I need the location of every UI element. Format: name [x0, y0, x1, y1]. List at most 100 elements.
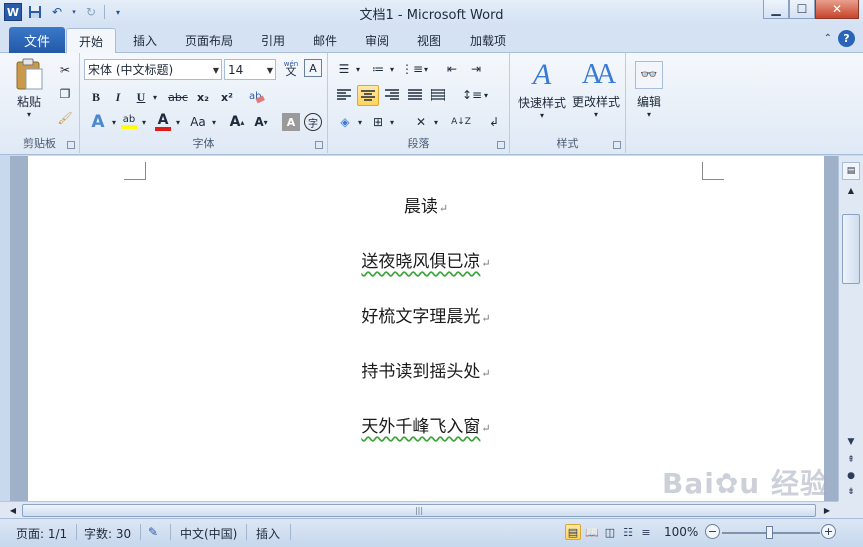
ruler-toggle-icon[interactable]: ▤	[842, 162, 860, 180]
highlight-dropdown-icon[interactable]: ▾	[140, 111, 148, 133]
grow-font-button[interactable]: A ▴	[226, 111, 248, 133]
outline-view-icon[interactable]: ☷	[620, 524, 636, 540]
line-spacing-icon[interactable]: ↕≡	[462, 85, 482, 105]
enclose-characters-button[interactable]: 字	[304, 113, 322, 131]
numbering-dropdown-icon[interactable]: ▾	[388, 59, 396, 79]
tab-review[interactable]: 审阅	[356, 28, 398, 53]
superscript-button[interactable]: x²	[216, 87, 238, 107]
tab-mailings[interactable]: 邮件	[304, 28, 346, 53]
tab-references[interactable]: 引用	[252, 28, 294, 53]
scroll-down-icon[interactable]: ▼	[842, 434, 860, 449]
distributed-icon[interactable]	[428, 85, 448, 105]
zoom-out-icon[interactable]: −	[705, 524, 720, 539]
print-layout-view-icon[interactable]: ▤	[565, 524, 581, 540]
vertical-scroll-thumb[interactable]	[842, 214, 860, 284]
insert-mode-indicator[interactable]: 插入	[256, 525, 280, 542]
multilevel-list-icon[interactable]: ⋮≡	[401, 59, 423, 79]
close-button[interactable]: ✕	[815, 0, 859, 19]
strikethrough-button[interactable]: abc	[166, 87, 190, 107]
web-layout-icon[interactable]: ◫	[602, 524, 618, 540]
clear-formatting-icon[interactable]: ab	[246, 85, 268, 107]
borders-dropdown-icon[interactable]: ▾	[388, 111, 396, 133]
minimize-ribbon-icon[interactable]: ⌃	[824, 33, 832, 44]
numbering-icon[interactable]: ≔	[368, 59, 388, 79]
minimize-button[interactable]: ▁	[763, 0, 789, 19]
document-paragraph[interactable]: 送夜晓风俱已凉↵	[28, 247, 824, 272]
quick-styles-button[interactable]: A 快速样式 ▾	[514, 55, 570, 125]
tab-page-layout[interactable]: 页面布局	[176, 28, 242, 53]
decrease-indent-icon[interactable]: ⇤	[442, 59, 462, 79]
document-paragraph[interactable]: 持书读到摇头处↵	[28, 357, 824, 382]
proofing-icon[interactable]: ✎	[148, 525, 158, 539]
horizontal-scrollbar[interactable]: ◀ ||| ▶	[0, 501, 838, 518]
justify-icon[interactable]	[405, 85, 425, 105]
tab-insert[interactable]: 插入	[122, 28, 168, 53]
tab-view[interactable]: 视图	[408, 28, 450, 53]
next-page-icon[interactable]: ⇟	[842, 484, 860, 499]
tab-home[interactable]: 开始	[66, 28, 116, 54]
language-indicator[interactable]: 中文(中国)	[180, 525, 237, 542]
zoom-slider-thumb[interactable]	[766, 526, 773, 539]
italic-button[interactable]: I	[108, 87, 128, 107]
bullets-dropdown-icon[interactable]: ▾	[354, 59, 362, 79]
styles-launcher-icon[interactable]	[613, 141, 621, 149]
multilevel-dropdown-icon[interactable]: ▾	[422, 59, 430, 79]
align-center-icon[interactable]	[357, 85, 379, 106]
scroll-left-icon[interactable]: ◀	[6, 504, 20, 516]
paste-button[interactable]: 粘贴 ▾	[8, 57, 50, 119]
change-styles-button[interactable]: AA 更改样式 ▾	[568, 55, 624, 125]
borders-icon[interactable]: ⊞	[368, 111, 388, 133]
document-paragraph[interactable]: 好梳文字理晨光↵	[28, 302, 824, 327]
cut-icon[interactable]: ✂	[56, 61, 74, 79]
font-color-icon[interactable]: A	[152, 111, 174, 133]
shading-dropdown-icon[interactable]: ▾	[356, 111, 364, 133]
scroll-right-icon[interactable]: ▶	[820, 504, 834, 516]
asian-layout-icon[interactable]: ✕	[410, 111, 432, 133]
copy-icon[interactable]: ❐	[56, 85, 74, 103]
font-size-dropdown-icon[interactable]: ▼	[267, 66, 273, 75]
full-screen-reading-icon[interactable]: 📖	[584, 524, 600, 540]
horizontal-scroll-thumb[interactable]: |||	[22, 504, 816, 517]
maximize-button[interactable]: ☐	[789, 0, 815, 19]
phonetic-guide-button[interactable]: wén 文	[281, 59, 301, 79]
show-marks-icon[interactable]: ↲	[484, 111, 504, 133]
page-count[interactable]: 页面: 1/1	[16, 525, 67, 542]
previous-page-icon[interactable]: ⇞	[842, 452, 860, 467]
change-case-button[interactable]: Aa	[186, 111, 210, 133]
bullets-icon[interactable]: ☰	[334, 59, 354, 79]
paragraph-launcher-icon[interactable]	[497, 141, 505, 149]
help-icon[interactable]: ?	[838, 30, 855, 47]
line-spacing-dropdown-icon[interactable]: ▾	[482, 85, 490, 105]
editing-button[interactable]: 👓 编辑 ▾	[632, 57, 666, 123]
bold-button[interactable]: B	[86, 87, 106, 107]
highlight-color-icon[interactable]: ab	[118, 111, 140, 133]
font-size-combo[interactable]: 14 ▼	[224, 59, 276, 80]
font-name-combo[interactable]: 宋体 (中文标题) ▼	[84, 59, 222, 80]
align-right-icon[interactable]	[382, 85, 402, 105]
align-left-icon[interactable]	[334, 85, 354, 105]
asian-layout-dropdown-icon[interactable]: ▾	[432, 111, 440, 133]
zoom-in-icon[interactable]: +	[821, 524, 836, 539]
document-page[interactable]: 晨读↵ 送夜晓风俱已凉↵ 好梳文字理晨光↵ 持书读到摇头处↵ 天外千峰飞入窗↵	[28, 156, 824, 501]
character-shading-button[interactable]: A	[282, 113, 300, 131]
zoom-level[interactable]: 100%	[664, 525, 698, 539]
underline-dropdown-icon[interactable]: ▾	[150, 87, 160, 107]
increase-indent-icon[interactable]: ⇥	[466, 59, 486, 79]
font-color-dropdown-icon[interactable]: ▾	[174, 111, 182, 133]
font-launcher-icon[interactable]	[315, 141, 323, 149]
draft-view-icon[interactable]: ≡	[638, 524, 654, 540]
subscript-button[interactable]: x₂	[192, 87, 214, 107]
text-effects-dropdown-icon[interactable]: ▾	[110, 111, 118, 133]
text-effects-icon[interactable]: A	[86, 111, 110, 133]
format-painter-icon[interactable]: 🖌	[56, 109, 74, 127]
tab-addins[interactable]: 加载项	[460, 28, 516, 53]
character-border-button[interactable]: A	[304, 59, 322, 77]
sort-icon[interactable]: A↓Z	[450, 111, 472, 133]
underline-button[interactable]: U	[132, 87, 150, 107]
shading-icon[interactable]: ◈	[334, 111, 356, 133]
font-name-dropdown-icon[interactable]: ▼	[213, 66, 219, 75]
document-paragraph[interactable]: 晨读↵	[28, 192, 824, 217]
word-count[interactable]: 字数: 30	[84, 525, 131, 542]
scroll-up-icon[interactable]: ▲	[842, 183, 860, 198]
vertical-scrollbar[interactable]: ▤ ▲ ▼ ⇞ ● ⇟	[838, 156, 863, 501]
